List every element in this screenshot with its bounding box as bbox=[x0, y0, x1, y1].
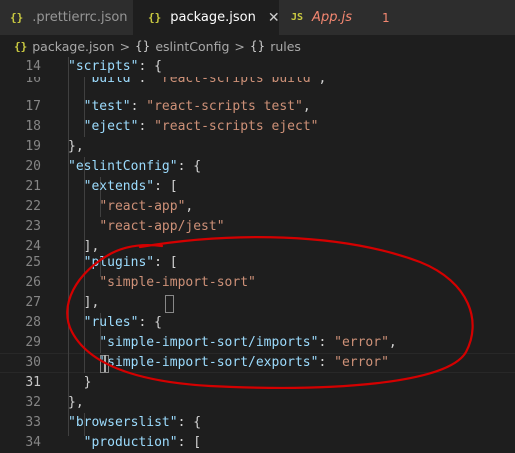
json-file-icon: {} bbox=[10, 11, 24, 24]
line-number: 22 bbox=[25, 199, 41, 214]
text-cursor bbox=[104, 355, 106, 372]
tab-label: App.js bbox=[312, 10, 352, 25]
breadcrumb-separator: > bbox=[234, 38, 245, 54]
json-file-icon: {} bbox=[148, 11, 162, 24]
code-line[interactable]: 29 "simple-import-sort/imports": "error"… bbox=[0, 333, 515, 353]
code-line[interactable]: 18 "eject": "react-scripts eject" bbox=[0, 117, 515, 137]
code-text: }, bbox=[68, 139, 84, 154]
code-text: } bbox=[68, 375, 92, 390]
breadcrumb-eslintconfig[interactable]: eslintConfig bbox=[155, 39, 229, 54]
line-number: 30 bbox=[25, 355, 41, 370]
code-line[interactable]: 16 "build": "react-scripts build", bbox=[0, 77, 515, 89]
line-number: 23 bbox=[25, 219, 41, 234]
tab-prettierrc[interactable]: {} .prettierrc.json bbox=[0, 0, 134, 35]
code-text: "scripts": { bbox=[68, 59, 162, 74]
code-text: "simple-import-sort" bbox=[99, 275, 256, 290]
code-line[interactable]: 20 "eslintConfig": { bbox=[0, 157, 515, 177]
tab-label: .prettierrc.json bbox=[32, 10, 128, 25]
line-number: 20 bbox=[25, 159, 41, 174]
code-text: ], bbox=[68, 295, 100, 310]
line-number: 18 bbox=[25, 119, 41, 134]
line-number: 34 bbox=[25, 435, 41, 450]
breadcrumb-rules[interactable]: rules bbox=[270, 39, 301, 54]
code-line[interactable]: 19}, bbox=[0, 137, 515, 157]
code-text: "eslintConfig": { bbox=[68, 159, 202, 174]
code-line[interactable]: 21 "extends": [ bbox=[0, 177, 515, 197]
code-line[interactable]: 32}, bbox=[0, 393, 515, 413]
line-number: 32 bbox=[25, 395, 41, 410]
tab-app-js[interactable]: JS App.js 1 bbox=[279, 0, 515, 35]
code-line[interactable]: 31 } bbox=[0, 373, 515, 393]
line-number: 26 bbox=[25, 275, 41, 290]
line-number: 25 bbox=[25, 255, 41, 270]
problem-count-badge: 1 bbox=[381, 10, 390, 25]
code-text: }, bbox=[68, 395, 84, 410]
code-line[interactable]: 17 "test": "react-scripts test", bbox=[0, 97, 515, 117]
code-text: "simple-import-sort/exports": "error" bbox=[99, 355, 389, 370]
code-text: "plugins": [ bbox=[83, 255, 178, 270]
line-number: 27 bbox=[25, 295, 41, 310]
object-icon: {} bbox=[249, 39, 266, 53]
code-line[interactable]: 33 "browserslist": { bbox=[0, 413, 515, 433]
breadcrumb: {} package.json > {} eslintConfig > {} r… bbox=[0, 35, 515, 57]
line-number: 19 bbox=[25, 139, 41, 154]
code-text: "test": "react-scripts test", bbox=[83, 99, 311, 114]
json-file-icon: {} bbox=[14, 39, 28, 53]
tab-label: package.json bbox=[170, 10, 256, 25]
code-line[interactable]: 34 "production": [ bbox=[0, 433, 515, 453]
code-editor[interactable]: 14 "scripts": { 16 "build": "react-scripts… bbox=[0, 57, 515, 450]
code-line[interactable]: 30 "simple-import-sort/exports": "error" bbox=[0, 353, 515, 373]
line-number: 29 bbox=[25, 335, 41, 350]
object-icon: {} bbox=[135, 39, 151, 53]
code-text: "production": [ bbox=[83, 435, 202, 450]
code-line[interactable]: 23 "react-app/jest" bbox=[0, 217, 515, 237]
breadcrumb-file[interactable]: package.json bbox=[32, 39, 114, 54]
code-line[interactable]: 27 ], bbox=[0, 293, 515, 313]
bracket-match-highlight bbox=[165, 295, 174, 313]
line-number: 14 bbox=[25, 59, 41, 74]
line-number: 33 bbox=[25, 415, 41, 430]
code-line[interactable]: 22 "react-app", bbox=[0, 197, 515, 217]
code-text: "browserslist": { bbox=[68, 415, 202, 430]
code-line[interactable]: 26 "simple-import-sort" bbox=[0, 273, 515, 293]
tab-package-json[interactable]: {} package.json ✕ bbox=[134, 0, 279, 35]
line-number: 16 bbox=[25, 77, 41, 86]
code-text: "eject": "react-scripts eject" bbox=[83, 119, 319, 134]
code-line[interactable]: 28 "rules": { bbox=[0, 313, 515, 333]
code-text: "rules": { bbox=[83, 315, 162, 330]
code-text: "react-app/jest" bbox=[99, 219, 225, 234]
code-text: "react-app", bbox=[99, 199, 194, 214]
line-number: 31 bbox=[25, 375, 41, 390]
line-number: 17 bbox=[25, 99, 41, 114]
code-text: "simple-import-sort/imports": "error", bbox=[99, 335, 397, 350]
code-text: "extends": [ bbox=[83, 179, 178, 194]
close-icon[interactable]: ✕ bbox=[268, 10, 278, 26]
line-number: 21 bbox=[25, 179, 41, 194]
code-text: "build": "react-scripts build", bbox=[83, 77, 327, 86]
js-file-icon: JS bbox=[291, 12, 304, 23]
code-line[interactable]: 25 "plugins": [ bbox=[0, 253, 515, 273]
code-line[interactable]: 14 "scripts": { bbox=[0, 57, 515, 77]
tab-bar: {} .prettierrc.json {} package.json ✕ JS… bbox=[0, 0, 515, 35]
line-number: 28 bbox=[25, 315, 41, 330]
breadcrumb-separator: > bbox=[119, 38, 131, 54]
